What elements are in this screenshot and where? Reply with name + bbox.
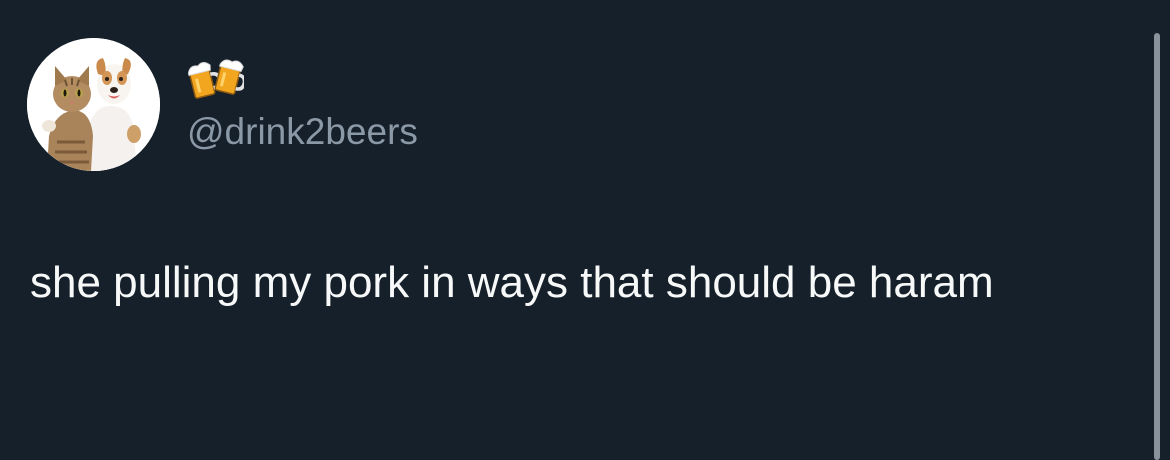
scrollbar-track[interactable] xyxy=(1150,0,1170,460)
scrollbar-thumb[interactable] xyxy=(1154,33,1160,460)
clinking-beer-mugs-icon xyxy=(187,59,247,99)
cat-and-dog-avatar-icon xyxy=(27,38,160,171)
tweet-text: she pulling my pork in ways that should … xyxy=(30,258,994,307)
author-handle[interactable]: @drink2beers xyxy=(187,110,418,154)
tweet-card: @drink2beers she pulling my pork in ways… xyxy=(0,0,1150,460)
avatar[interactable] xyxy=(27,38,160,171)
display-name-beer-emoji[interactable] xyxy=(187,52,247,102)
